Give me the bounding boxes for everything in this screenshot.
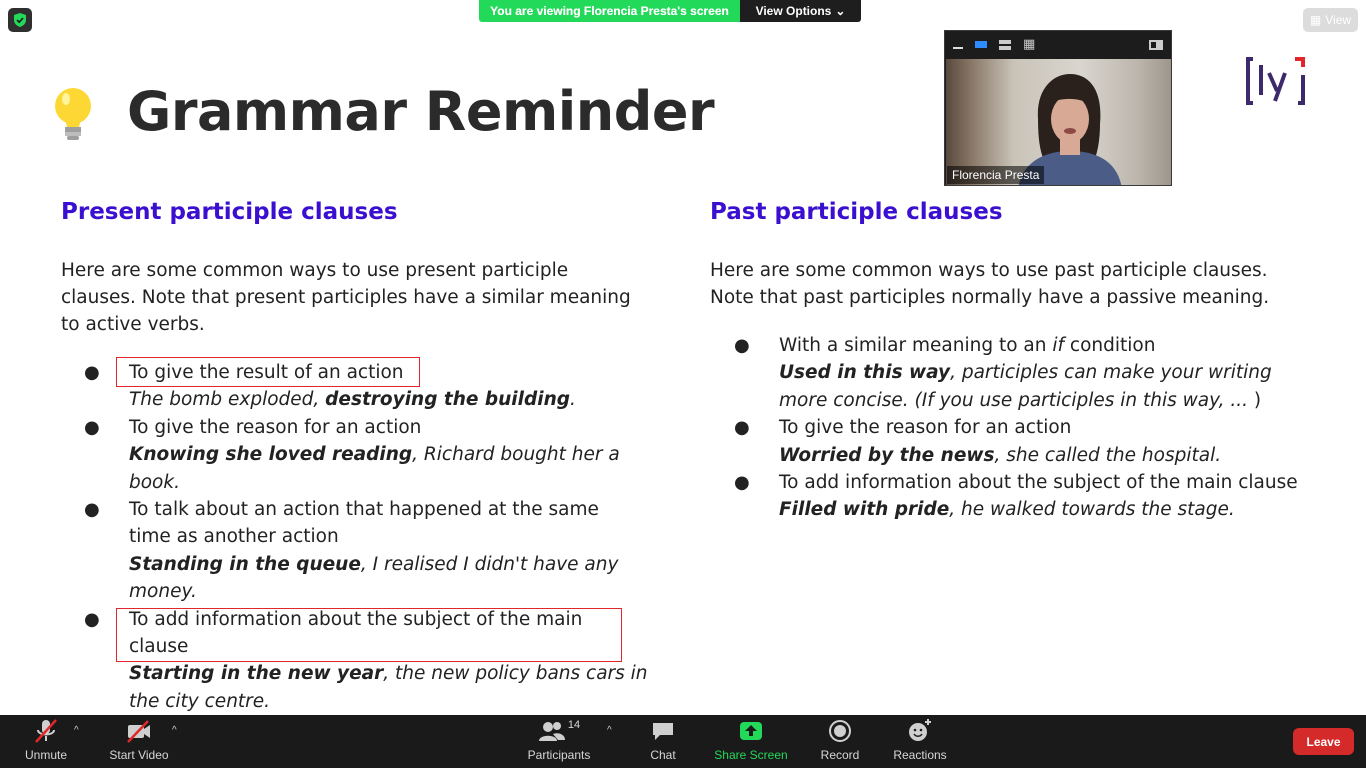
list-item: ● To give the reason for an action Worri… [734,414,1349,469]
intro-line: clauses. Note that present participles h… [61,287,631,308]
lightbulb-icon [55,88,91,140]
present-participle-heading: Present participle clauses [61,199,398,225]
screen-share-banner: You are viewing Florencia Presta's scree… [479,0,861,22]
start-video-button[interactable]: Start Video [107,715,171,768]
list-item-text: To talk about an action that happened at… [129,499,599,521]
participant-name-label: Florencia Presta [947,166,1045,184]
muted-microphone-icon [35,719,57,743]
bullet: ● [734,335,750,356]
view-options-button[interactable]: View Options ⌄ [740,0,861,22]
lingoda-logo [1246,57,1305,105]
list-item: ● To talk about an action that happened … [84,496,649,606]
viewing-screen-message: You are viewing Florencia Presta's scree… [479,0,740,22]
video-tile-controls: ▦ [945,31,1171,58]
participants-label: Participants [527,748,591,762]
video-feed: Florencia Presta [946,59,1171,185]
bullet: ● [84,416,100,438]
video-off-icon [127,720,150,743]
record-label: Record [820,748,860,762]
participants-icon [538,722,565,741]
leave-button[interactable]: Leave [1293,728,1354,755]
list-item: ● To give the reason for an action Knowi… [84,414,649,496]
chat-bubble-icon [653,723,673,740]
meeting-toolbar: Unmute ^ Start Video ^ 14 Participants ^… [0,715,1366,768]
example-text: Knowing she loved reading, Richard bough… [129,444,620,466]
highlight-box [116,608,622,662]
participants-options-caret[interactable]: ^ [607,725,612,736]
intro-line: Note that past participles normally have… [710,287,1270,308]
encryption-shield-icon[interactable] [8,8,32,32]
past-participle-list: ● With a similar meaning to an if condit… [734,332,1349,524]
bullet: ● [84,608,100,630]
list-item-text: To give the reason for an action [779,417,1072,439]
example-text: book. [129,471,180,493]
list-item-text: To add information about the subject of … [779,472,1298,494]
video-options-caret[interactable]: ^ [172,725,177,736]
present-participle-intro: Here are some common ways to use present… [61,257,661,338]
record-button[interactable]: Record [817,715,863,768]
participant-video-tile[interactable]: ▦ Florencia Presta [944,30,1172,186]
example-text: Worried by the news, she called the hosp… [779,444,1222,466]
list-item: ● With a similar meaning to an if condit… [734,332,1349,414]
grid-view-icon: ▦ [1309,13,1322,27]
slide-title: Grammar Reminder [127,80,715,143]
example-text: The bomb exploded, destroying the buildi… [129,389,576,411]
gallery-strip-icon[interactable] [999,39,1011,50]
example-text: Filled with pride, he walked towards the… [779,499,1235,521]
reactions-smiley-icon [909,719,931,741]
list-item: ● To add information about the subject o… [734,469,1349,524]
chat-label: Chat [650,748,676,762]
intro-line: Here are some common ways to use present… [61,260,569,281]
chevron-down-icon: ⌄ [835,4,846,18]
list-item-text: To give the reason for an action [129,416,422,438]
exit-fullscreen-icon[interactable] [1149,39,1163,50]
past-participle-intro: Here are some common ways to use past pa… [710,257,1350,311]
active-speaker-view-icon[interactable] [975,41,987,48]
unmute-button[interactable]: Unmute [20,715,72,768]
minimize-icon[interactable] [953,46,963,49]
participants-button[interactable]: 14 Participants [526,715,592,768]
example-text: money. [129,581,197,603]
bullet: ● [84,499,100,521]
start-video-label: Start Video [109,748,169,762]
view-button[interactable]: ▦ View [1303,8,1358,32]
chat-button[interactable]: Chat [645,715,681,768]
example-text: Used in this way, participles can make y… [779,362,1272,384]
example-text: the city centre. [129,690,271,712]
reactions-button[interactable]: Reactions [891,715,949,768]
view-options-label: View Options [755,4,832,18]
intro-line: Here are some common ways to use past pa… [710,260,1268,281]
list-item-text: time as another action [129,526,339,548]
share-screen-label: Share Screen [714,748,788,762]
unmute-label: Unmute [24,748,68,762]
share-screen-arrow-icon [740,722,762,740]
participant-count-badge: 14 [567,719,581,731]
view-label: View [1325,13,1352,27]
list-item-text: With a similar meaning to an if conditio… [779,335,1156,356]
highlight-box [116,357,420,387]
bullet: ● [734,472,750,494]
record-icon [829,720,851,742]
share-screen-button[interactable]: Share Screen [713,715,789,768]
example-text: more concise. (If you use participles in… [779,389,1262,411]
bullet: ● [734,417,750,439]
intro-line: to active verbs. [61,314,205,335]
gallery-grid-icon[interactable]: ▦ [1023,38,1035,51]
bullet: ● [84,362,100,383]
example-text: Standing in the queue, I realised I didn… [129,553,619,575]
past-participle-heading: Past participle clauses [710,199,1003,225]
reactions-label: Reactions [893,748,947,762]
example-text: Starting in the new year, the new policy… [129,663,648,685]
audio-options-caret[interactable]: ^ [74,725,79,736]
